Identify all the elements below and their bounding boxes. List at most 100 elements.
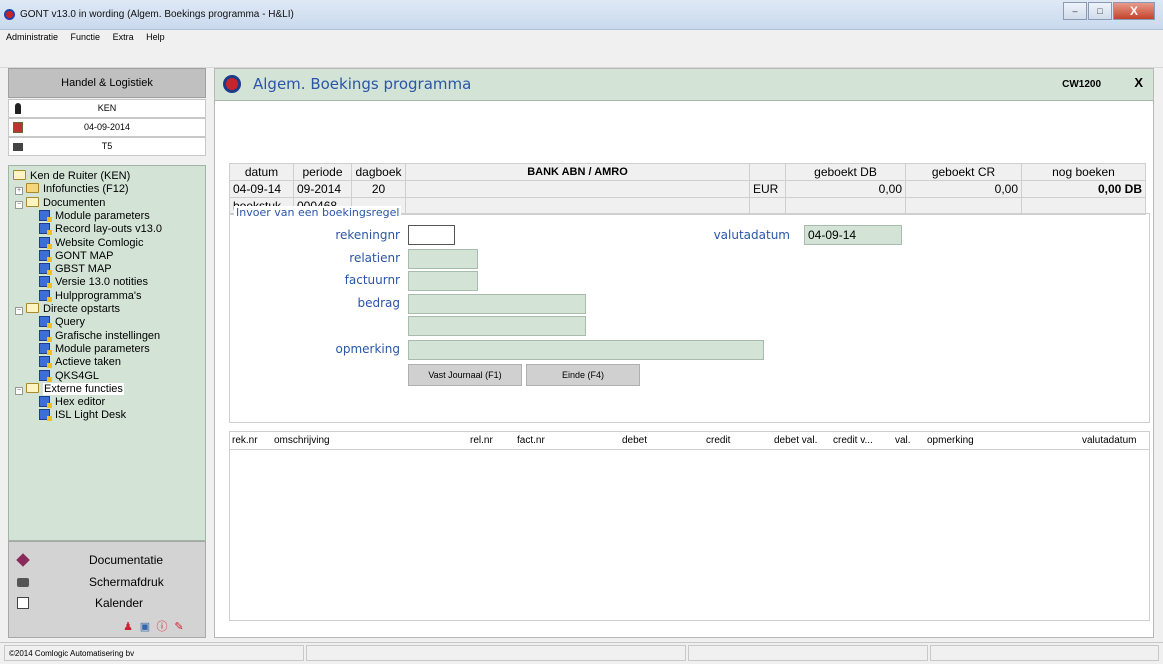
tree-expander-icon[interactable]: − — [15, 386, 23, 395]
tree-item[interactable]: − Externe functies — [15, 382, 124, 396]
col-relnr[interactable]: rel.nr — [470, 435, 493, 446]
menu-administratie[interactable]: Administratie — [6, 32, 58, 42]
info-icon[interactable]: ⓘ — [156, 621, 168, 633]
col-reknr[interactable]: rek.nr — [232, 435, 258, 446]
dagboek-label: dagboek — [351, 163, 406, 181]
program-header: Algem. Boekings programma CW1200 X — [215, 69, 1153, 101]
tree-item-label: Query — [55, 316, 85, 329]
tree-item-label: Versie 13.0 notities — [55, 276, 148, 289]
tree-item[interactable]: Hex editor — [39, 395, 105, 409]
tree-item[interactable]: Module parameters — [39, 342, 150, 356]
col-valutadatum[interactable]: valutadatum — [1082, 435, 1136, 446]
tree-item[interactable]: Module parameters — [39, 209, 150, 223]
document-icon — [39, 223, 52, 236]
valutadatum-label: valutadatum — [713, 228, 790, 242]
sidebar-header: Handel & Logistiek — [8, 68, 206, 98]
relatienr-input[interactable] — [408, 249, 478, 269]
calendar-icon — [13, 122, 23, 133]
valuta-header-cell — [749, 163, 786, 181]
program-code: CW1200 — [1062, 79, 1101, 90]
bank-label: BANK ABN / AMRO — [405, 163, 750, 181]
menu-bar: Administratie Functie Extra Help — [0, 30, 1163, 46]
tree-expander-icon[interactable]: − — [15, 307, 23, 315]
tree-item-label: ISL Light Desk — [55, 409, 127, 422]
tree-item[interactable]: QKS4GL — [39, 369, 99, 383]
tree-item[interactable]: Query — [39, 315, 85, 329]
schermafdruk-label: Schermafdruk — [89, 575, 164, 589]
tree-item-label: Website Comlogic — [55, 236, 144, 249]
terminal-row: T5 — [8, 137, 206, 156]
col-omschrijving[interactable]: omschrijving — [274, 435, 330, 446]
col-debet[interactable]: debet — [622, 435, 647, 446]
tree-item[interactable]: GBST MAP — [39, 262, 112, 276]
document-icon — [39, 369, 52, 382]
booking-lines-grid: rek.nr omschrijving rel.nr fact.nr debet… — [229, 431, 1150, 621]
tree-item-label: Module parameters — [55, 209, 150, 222]
bedrag-input[interactable] — [408, 294, 586, 314]
tree-item[interactable]: GONT MAP — [39, 249, 113, 263]
menu-extra[interactable]: Extra — [113, 32, 134, 42]
tree-item[interactable]: + Infofuncties (F12) — [15, 182, 129, 196]
menu-help[interactable]: Help — [146, 32, 165, 42]
relatienr-label: relatienr — [349, 251, 400, 265]
geboekt-db-value: 0,00 — [785, 180, 906, 198]
tree-item-label: Infofuncties (F12) — [43, 183, 129, 196]
geboekt-cr-label: geboekt CR — [905, 163, 1022, 181]
person-icon — [15, 103, 21, 114]
tools-icon[interactable]: ✎ — [173, 621, 185, 633]
computer-icon — [13, 143, 23, 151]
col-opmerking[interactable]: opmerking — [927, 435, 974, 446]
kalender-link[interactable]: Kalender — [9, 593, 207, 613]
rekeningnr-input[interactable] — [408, 225, 455, 245]
tree-item[interactable]: Ken de Ruiter (KEN) — [13, 169, 130, 183]
tree-item[interactable]: Actieve taken — [39, 355, 121, 369]
vast-journaal-button[interactable]: Vast Journaal (F1) — [408, 364, 522, 386]
document-icon — [39, 316, 52, 329]
geboekt-cr-value: 0,00 — [905, 180, 1022, 198]
tree-item-label: Actieve taken — [55, 356, 122, 369]
document-search-icon[interactable]: ▣ — [139, 621, 151, 633]
tree-item-label: Module parameters — [55, 342, 150, 355]
tree-item[interactable]: − Directe opstarts — [15, 302, 120, 316]
tree-item[interactable]: Grafische instellingen — [39, 329, 160, 343]
tree-item[interactable]: Website Comlogic — [39, 236, 143, 250]
col-factnr[interactable]: fact.nr — [517, 435, 545, 446]
minimize-button[interactable]: – — [1063, 2, 1087, 20]
close-window-button[interactable]: X — [1113, 2, 1155, 20]
einde-button[interactable]: Einde (F4) — [526, 364, 640, 386]
bedrag-secondary-input[interactable] — [408, 316, 586, 336]
tree-item[interactable]: Record lay-outs v13.0 — [39, 222, 162, 236]
tree-item[interactable]: Versie 13.0 notities — [39, 275, 148, 289]
user-flag-icon[interactable]: ♟ — [122, 621, 134, 633]
toolbar — [0, 46, 1163, 68]
schermafdruk-link[interactable]: Schermafdruk — [9, 572, 207, 592]
col-debet-val[interactable]: debet val. — [774, 435, 817, 446]
rekeningnr-label: rekeningnr — [335, 228, 400, 242]
main-panel: Algem. Boekings programma CW1200 X datum… — [214, 68, 1154, 638]
valutadatum-input[interactable] — [804, 225, 902, 245]
terminal-value: T5 — [101, 141, 113, 151]
tree-expander-icon[interactable]: + — [15, 187, 23, 196]
opmerking-input[interactable] — [408, 340, 764, 360]
document-icon — [39, 356, 52, 369]
bank-value-cell — [405, 180, 750, 198]
factuurnr-input[interactable] — [408, 271, 478, 291]
tree-item-label: Hex editor — [55, 396, 106, 409]
maximize-button[interactable]: □ — [1088, 2, 1112, 20]
tree-item-label: Directe opstarts — [43, 303, 121, 315]
document-icon — [39, 276, 52, 289]
tree-expander-icon[interactable]: − — [15, 200, 23, 209]
col-credit-val[interactable]: credit v... — [833, 435, 873, 446]
document-icon — [39, 236, 52, 249]
tree-item[interactable]: Hulpprogramma's — [39, 289, 141, 303]
title-bar: GONT v13.0 in wording (Algem. Boekings p… — [0, 0, 1163, 30]
tree-item-label: Hulpprogramma's — [55, 289, 142, 302]
tree-item-label: Ken de Ruiter (KEN) — [30, 170, 131, 182]
close-program-button[interactable]: X — [1134, 75, 1143, 90]
col-val[interactable]: val. — [895, 435, 911, 446]
documentatie-link[interactable]: Documentatie — [9, 550, 207, 570]
tree-item[interactable]: − Documenten — [15, 196, 105, 210]
tree-item[interactable]: ISL Light Desk — [39, 408, 126, 422]
col-credit[interactable]: credit — [706, 435, 730, 446]
menu-functie[interactable]: Functie — [71, 32, 101, 42]
